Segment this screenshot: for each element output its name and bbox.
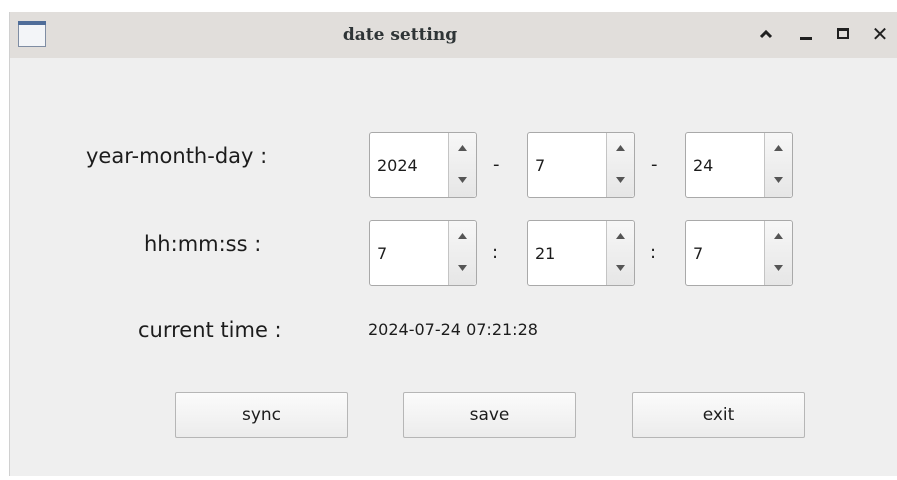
date-separator-2: - xyxy=(651,154,658,175)
day-spin-arrows xyxy=(764,133,792,197)
year-spinbox[interactable]: 2024 xyxy=(369,132,477,198)
time-label: hh:mm:ss : xyxy=(144,232,262,256)
arrow-up-icon xyxy=(616,233,625,239)
month-spinbox[interactable]: 7 xyxy=(527,132,635,198)
arrow-down-icon xyxy=(774,265,783,271)
day-decrement-button[interactable] xyxy=(765,165,792,197)
second-decrement-button[interactable] xyxy=(765,253,792,285)
arrow-up-icon xyxy=(616,145,625,151)
close-button[interactable]: ✕ xyxy=(868,22,892,46)
time-separator-2: : xyxy=(650,242,657,263)
chevron-up-icon xyxy=(759,29,773,39)
day-increment-button[interactable] xyxy=(765,133,792,165)
date-setting-window: date setting ✕ year-month-day : 2024 - 7 xyxy=(9,12,897,476)
hour-spin-arrows xyxy=(448,221,476,285)
maximize-icon xyxy=(837,28,849,39)
arrow-up-icon xyxy=(458,145,467,151)
title-bar[interactable]: date setting ✕ xyxy=(10,12,897,58)
year-increment-button[interactable] xyxy=(449,133,476,165)
save-button[interactable]: save xyxy=(403,392,576,438)
arrow-up-icon xyxy=(458,233,467,239)
date-separator-1: - xyxy=(493,154,500,175)
arrow-up-icon xyxy=(774,145,783,151)
month-spin-arrows xyxy=(606,133,634,197)
arrow-down-icon xyxy=(616,265,625,271)
minimize-icon xyxy=(800,37,812,40)
current-time-value: 2024-07-24 07:21:28 xyxy=(368,320,538,339)
minimize-button[interactable] xyxy=(794,22,818,46)
month-increment-button[interactable] xyxy=(607,133,634,165)
year-decrement-button[interactable] xyxy=(449,165,476,197)
date-label: year-month-day : xyxy=(86,144,268,168)
second-spinbox[interactable]: 7 xyxy=(685,220,793,286)
hour-increment-button[interactable] xyxy=(449,221,476,253)
second-spin-arrows xyxy=(764,221,792,285)
minute-spin-arrows xyxy=(606,221,634,285)
current-time-label: current time : xyxy=(138,318,282,342)
arrow-up-icon xyxy=(774,233,783,239)
time-separator-1: : xyxy=(492,242,499,263)
hour-spinbox[interactable]: 7 xyxy=(369,220,477,286)
minute-increment-button[interactable] xyxy=(607,221,634,253)
minute-spinbox[interactable]: 21 xyxy=(527,220,635,286)
window-title: date setting xyxy=(342,25,458,45)
year-value[interactable]: 2024 xyxy=(377,133,418,199)
hour-decrement-button[interactable] xyxy=(449,253,476,285)
year-spin-arrows xyxy=(448,133,476,197)
minute-decrement-button[interactable] xyxy=(607,253,634,285)
arrow-down-icon xyxy=(616,177,625,183)
month-value[interactable]: 7 xyxy=(535,133,545,199)
maximize-button[interactable] xyxy=(832,22,856,46)
minute-value[interactable]: 21 xyxy=(535,221,555,287)
day-spinbox[interactable]: 24 xyxy=(685,132,793,198)
second-increment-button[interactable] xyxy=(765,221,792,253)
month-decrement-button[interactable] xyxy=(607,165,634,197)
close-icon: ✕ xyxy=(871,22,889,46)
arrow-down-icon xyxy=(458,177,467,183)
second-value[interactable]: 7 xyxy=(693,221,703,287)
arrow-down-icon xyxy=(774,177,783,183)
hour-value[interactable]: 7 xyxy=(377,221,387,287)
keep-above-button[interactable] xyxy=(754,22,778,46)
arrow-down-icon xyxy=(458,265,467,271)
day-value[interactable]: 24 xyxy=(693,133,713,199)
sync-button[interactable]: sync xyxy=(175,392,348,438)
exit-button[interactable]: exit xyxy=(632,392,805,438)
